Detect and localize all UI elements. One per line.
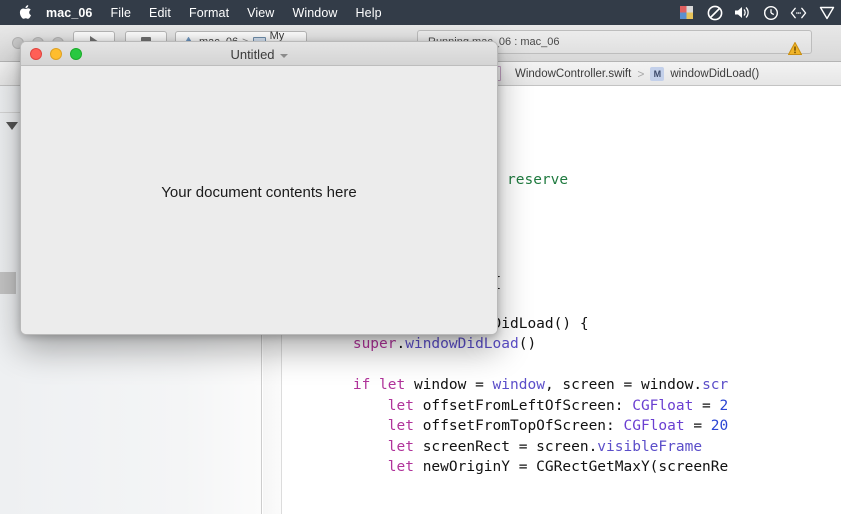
- document-titlebar[interactable]: Untitled: [21, 42, 497, 66]
- input-source-icon[interactable]: [678, 4, 695, 21]
- code-line: if let window = window, screen = window.…: [283, 375, 841, 396]
- chevron-down-icon[interactable]: [279, 54, 288, 58]
- breadcrumb-separator: >: [637, 66, 645, 81]
- code-token: scr: [702, 377, 729, 393]
- menu-bar-status-icons[interactable]: [678, 4, 841, 21]
- method-badge-icon: M: [650, 66, 665, 81]
- code-token: (): [518, 336, 537, 352]
- code-token: let: [387, 418, 414, 434]
- menu-item-window[interactable]: Window: [283, 6, 346, 20]
- menu-app-name[interactable]: mac_06: [46, 6, 101, 20]
- breadcrumb[interactable]: WindowController.swift > M windowDidLoad…: [488, 66, 759, 81]
- document-title-group: Untitled: [21, 42, 497, 66]
- code-token: offsetFromTopOfScreen:: [413, 418, 624, 434]
- menu-item-edit[interactable]: Edit: [140, 6, 180, 20]
- untitled-document-window[interactable]: Untitled Your document contents here: [20, 41, 498, 335]
- code-token: let: [387, 438, 414, 455]
- code-line: super.windowDidLoad(): [283, 334, 841, 355]
- code-token: if let: [352, 377, 406, 393]
- code-line: let newOriginY = CGRectGetMaxY(screenRe: [283, 457, 841, 478]
- code-token: window: [492, 377, 545, 393]
- disclosure-triangle-icon[interactable]: [6, 122, 18, 130]
- do-not-disturb-icon[interactable]: [706, 4, 723, 21]
- macos-menu-bar[interactable]: mac_06 File Edit Format View Window Help: [0, 0, 841, 25]
- time-machine-icon[interactable]: [762, 4, 779, 21]
- code-line: let offsetFromLeftOfScreen: CGFloat = 2: [283, 396, 841, 417]
- document-placeholder-text: Your document contents here: [161, 183, 357, 201]
- code-token: newOriginY = CGRectGetMaxY(screenRe: [413, 459, 729, 475]
- code-token: visibleFrame: [597, 438, 703, 455]
- breadcrumb-symbol[interactable]: windowDidLoad(): [670, 68, 759, 80]
- code-token: let: [387, 459, 414, 475]
- document-content-area[interactable]: Your document contents here: [21, 66, 497, 334]
- menu-item-format[interactable]: Format: [180, 6, 238, 20]
- breadcrumb-file[interactable]: WindowController.swift: [515, 68, 631, 80]
- code-token: 2: [719, 397, 729, 414]
- code-token: CGFloat: [623, 418, 685, 434]
- apple-logo-icon[interactable]: [18, 4, 32, 20]
- code-token: , screen = window.: [544, 377, 703, 393]
- code-token: =: [684, 418, 711, 434]
- code-line: let offsetFromTopOfScreen: CGFloat = 20: [283, 416, 841, 437]
- menu-item-help[interactable]: Help: [347, 6, 391, 20]
- code-token: let: [387, 397, 414, 414]
- code-token: 20: [710, 418, 729, 434]
- code-token: windowDidLoad: [405, 336, 519, 352]
- document-title: Untitled: [230, 46, 275, 62]
- code-token: CGFloat: [632, 397, 694, 414]
- code-token: .: [396, 336, 406, 352]
- screen-root: mac_06 > My Mac Running mac_06 : mac_06 …: [0, 0, 841, 514]
- code-token: offsetFromLeftOfScreen:: [413, 397, 633, 414]
- shield-icon[interactable]: [818, 4, 835, 21]
- code-token: super: [352, 336, 397, 352]
- menu-item-view[interactable]: View: [238, 6, 283, 20]
- code-token: =: [693, 397, 720, 414]
- navigator-scrollbar[interactable]: [0, 272, 16, 294]
- code-token: window =: [405, 377, 493, 393]
- code-line: let screenRect = screen.visibleFrame: [283, 437, 841, 458]
- volume-icon[interactable]: [734, 4, 751, 21]
- warning-triangle-icon[interactable]: [788, 42, 802, 55]
- code-brackets-icon[interactable]: [790, 4, 807, 21]
- code-token: screenRect = screen.: [413, 438, 598, 455]
- menu-item-file[interactable]: File: [101, 6, 140, 20]
